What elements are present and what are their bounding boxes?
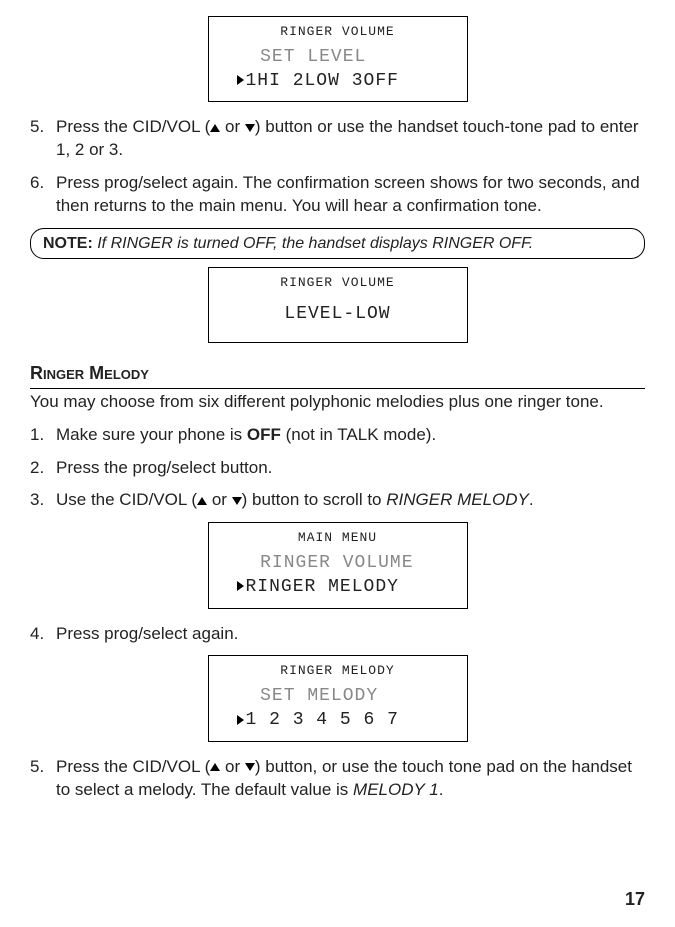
lcd-title: RINGER VOLUME	[219, 274, 457, 292]
lcd-screen-level-low: RINGER VOLUME LEVEL-LOW	[208, 267, 468, 343]
step-5: Press the CID/VOL ( or ) button or use t…	[30, 116, 645, 162]
step-1: Make sure your phone is OFF (not in TALK…	[30, 424, 645, 447]
step-4: Press prog/select again.	[30, 623, 645, 646]
instruction-list-a: Press the CID/VOL ( or ) button or use t…	[30, 116, 645, 218]
lcd-screen-ringer-volume-set: RINGER VOLUME SET LEVEL 1HI 2LOW 3OFF	[208, 16, 468, 102]
lcd-title: RINGER VOLUME	[219, 23, 457, 41]
up-arrow-icon	[210, 763, 220, 771]
up-arrow-icon	[210, 124, 220, 132]
down-arrow-icon	[245, 763, 255, 771]
lcd-line: RINGER MELODY	[219, 575, 457, 599]
lcd-line: SET MELODY	[219, 684, 457, 708]
lcd-line: 1HI 2LOW 3OFF	[219, 69, 457, 93]
pointer-icon	[237, 715, 244, 725]
pointer-icon	[237, 75, 244, 85]
instruction-list-b3: Press the CID/VOL ( or ) button, or use …	[30, 756, 645, 802]
down-arrow-icon	[245, 124, 255, 132]
up-arrow-icon	[197, 497, 207, 505]
pointer-icon	[237, 581, 244, 591]
note-box: NOTE: If RINGER is turned OFF, the hands…	[30, 228, 645, 260]
lcd-title: MAIN MENU	[219, 529, 457, 547]
step-6: Press prog/select again. The confirmatio…	[30, 172, 645, 218]
section-heading-ringer-melody: Ringer Melody	[30, 361, 645, 388]
lcd-line: 1 2 3 4 5 6 7	[219, 708, 457, 732]
instruction-list-b2: Press prog/select again.	[30, 623, 645, 646]
lcd-line: RINGER VOLUME	[219, 551, 457, 575]
lcd-line: SET LEVEL	[219, 45, 457, 69]
lcd-screen-ringer-melody-set: RINGER MELODY SET MELODY 1 2 3 4 5 6 7	[208, 655, 468, 741]
step-5b: Press the CID/VOL ( or ) button, or use …	[30, 756, 645, 802]
instruction-list-b: Make sure your phone is OFF (not in TALK…	[30, 424, 645, 513]
page-number: 17	[625, 887, 645, 911]
lcd-title: RINGER MELODY	[219, 662, 457, 680]
note-label: NOTE:	[43, 235, 93, 252]
lcd-line: LEVEL-LOW	[219, 296, 457, 328]
lcd-screen-main-menu: MAIN MENU RINGER VOLUME RINGER MELODY	[208, 522, 468, 608]
step-3: Use the CID/VOL ( or ) button to scroll …	[30, 489, 645, 512]
down-arrow-icon	[232, 497, 242, 505]
step-2: Press the prog/select button.	[30, 457, 645, 480]
section-intro: You may choose from six different polyph…	[30, 391, 645, 414]
